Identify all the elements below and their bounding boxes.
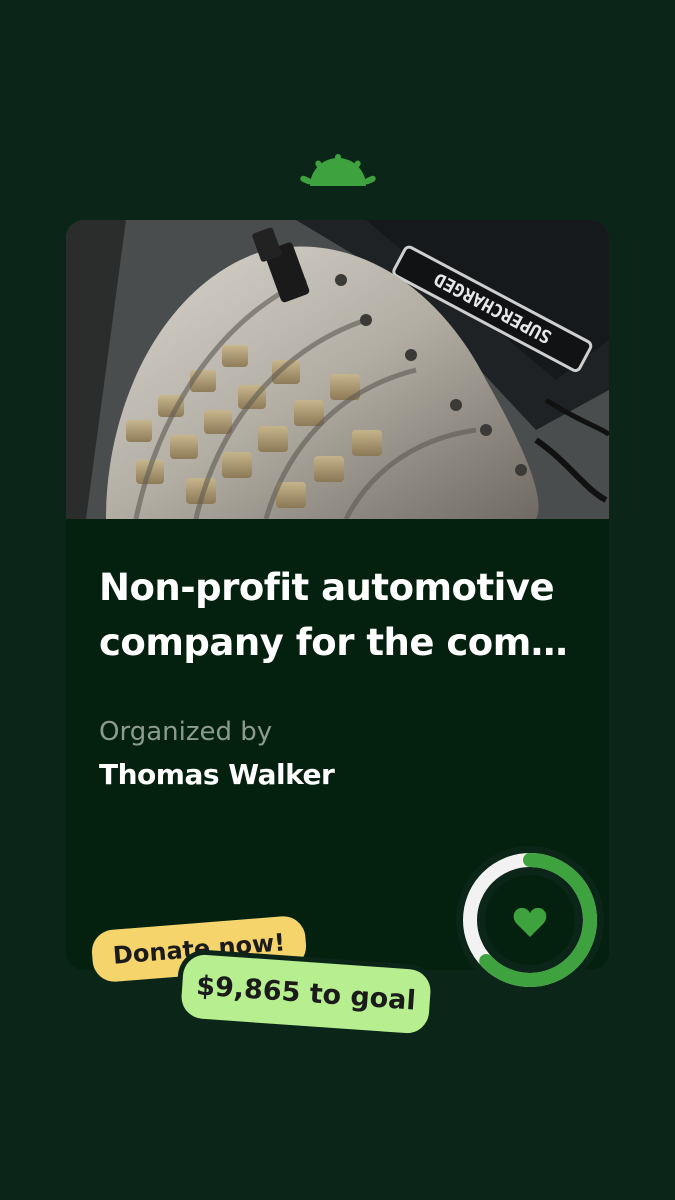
organized-by-label: Organized by	[99, 717, 273, 747]
title-line-2: company for the comm...	[99, 621, 579, 664]
fundraiser-title[interactable]: Non-profit automotive company for the co…	[99, 560, 579, 670]
supercharger-engine-photo: SUPERCHARGED	[66, 220, 609, 519]
title-line-1: Non-profit automotive	[99, 566, 555, 609]
sunrise-logo-icon	[300, 154, 376, 186]
donation-progress-ring	[456, 846, 604, 994]
organizer-name: Thomas Walker	[99, 758, 335, 791]
